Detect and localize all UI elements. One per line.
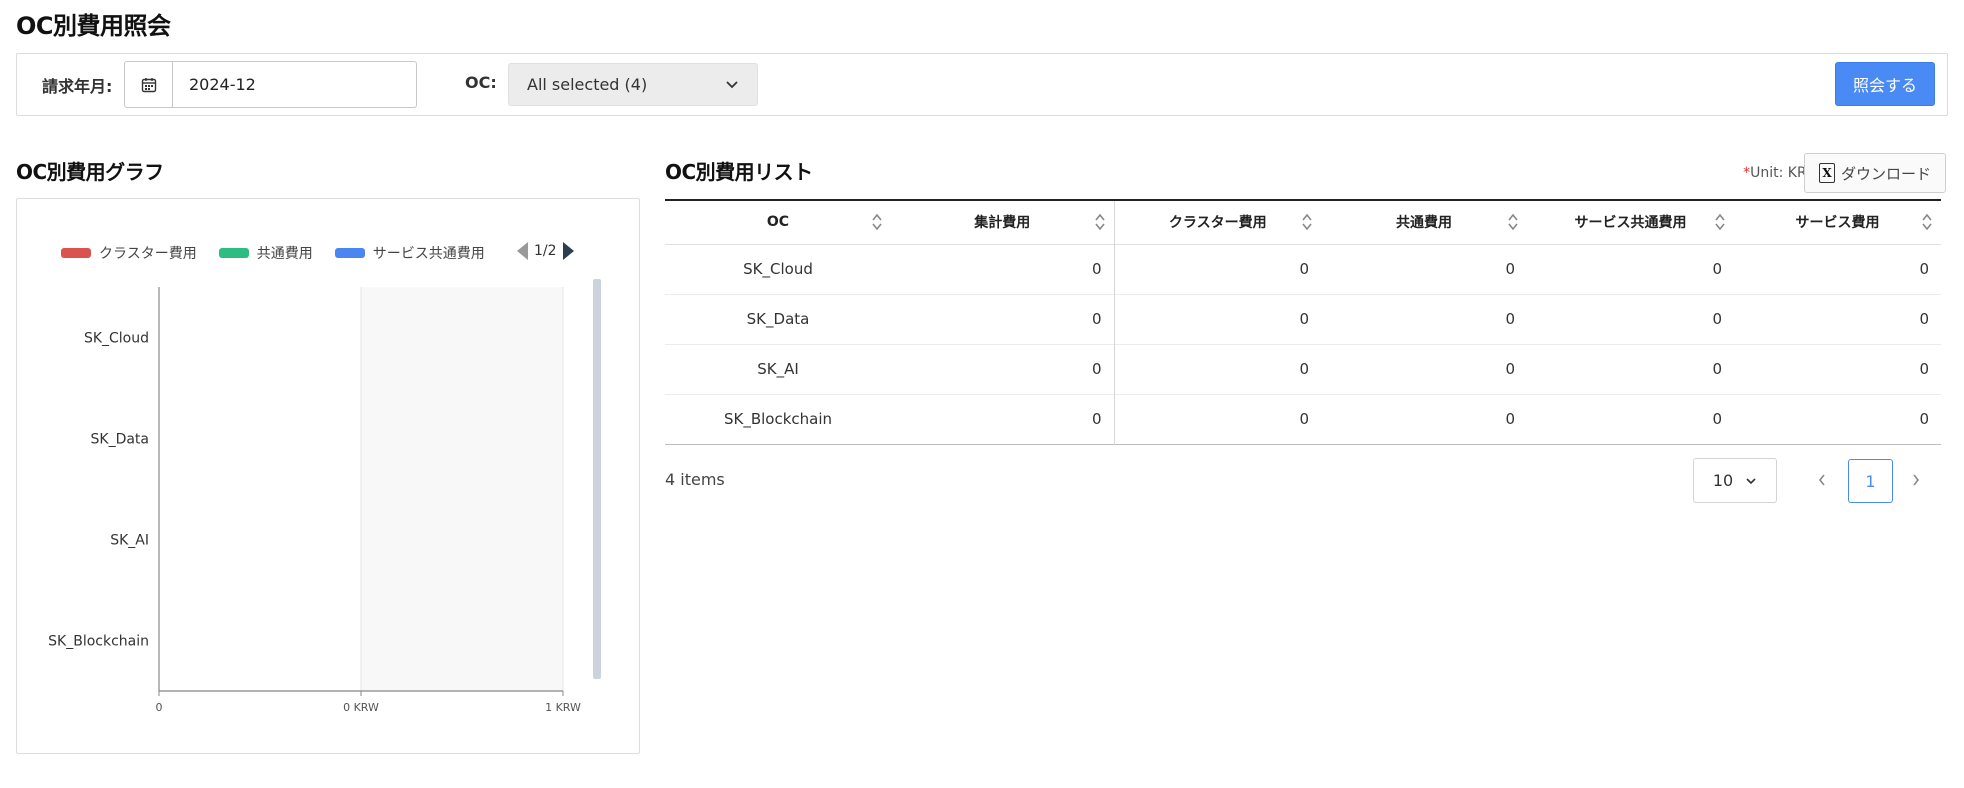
cost-cell: 0 — [1299, 310, 1309, 328]
items-count: 4 items — [665, 470, 725, 489]
column-header-label: 共通費用 — [1396, 215, 1452, 232]
table-row[interactable]: SK_Cloud 0 0 0 0 0 — [665, 244, 1941, 294]
cost-cell: 0 — [1712, 310, 1722, 328]
oc-label: OC: — [465, 73, 497, 92]
column-header-label: OC — [766, 214, 790, 231]
cost-cell: 0 — [891, 344, 1115, 394]
excel-file-icon: X — [1818, 163, 1835, 183]
plot-band — [361, 287, 563, 691]
sort-icon[interactable] — [871, 212, 883, 232]
y-category-label: SK_Blockchain — [48, 634, 149, 650]
chart-scrollbar[interactable] — [593, 279, 601, 679]
cost-cell: 0 — [891, 294, 1115, 344]
sort-icon[interactable] — [1507, 212, 1519, 232]
page-number-1[interactable]: 1 — [1848, 459, 1893, 503]
cost-cell: 0 — [1712, 360, 1722, 378]
chevron-down-icon — [726, 80, 738, 88]
table-row[interactable]: SK_AI 0 0 0 0 0 — [665, 344, 1941, 394]
sort-icon[interactable] — [1094, 212, 1106, 232]
cost-cell: 0 — [1505, 360, 1515, 378]
cost-cell: 0 — [1919, 410, 1929, 428]
table-row[interactable]: SK_Data 0 0 0 0 0 — [665, 294, 1941, 344]
cost-cell: 0 — [891, 394, 1115, 444]
y-category-label: SK_AI — [110, 533, 149, 549]
billing-month-label: 請求年月: — [42, 77, 113, 96]
cost-bar-chart: 0 0 KRW 1 KRW SK_Cloud SK_Data SK_AI SK_Blockc… — [48, 287, 581, 714]
cost-cell: 0 — [1505, 260, 1515, 278]
search-button[interactable]: 照会する — [1835, 62, 1935, 106]
cost-cell: 0 — [1505, 410, 1515, 428]
oc-name-cell: SK_Blockchain — [723, 410, 833, 428]
billing-month-picker[interactable]: 2024-12 — [124, 61, 417, 108]
filter-bar: 請求年月: 2024-12 OC: All selected (4) 照会する — [16, 53, 1948, 116]
column-header[interactable]: クラスター費用 — [1114, 200, 1321, 244]
chevron-left-icon — [1818, 474, 1825, 486]
x-tick-label: 1 KRW — [545, 701, 581, 714]
calendar-icon[interactable] — [125, 62, 173, 107]
x-tick-label: 0 — [156, 701, 163, 714]
column-header[interactable]: サービス費用 — [1734, 200, 1941, 244]
graph-panel: クラスター費用 共通費用 サービス共通費用 1/2 00 KRW 1 KRW SK_… — [16, 198, 640, 754]
table-row[interactable]: SK_Blockchain 0 0 0 0 0 — [665, 394, 1941, 444]
download-label: ダウンロード — [1840, 164, 1931, 183]
sort-icon[interactable] — [1301, 212, 1313, 232]
graph-title: OC別費用グラフ — [16, 160, 164, 184]
column-header-label: 集計費用 — [974, 215, 1031, 232]
cost-cell: 0 — [1919, 310, 1929, 328]
sort-icon[interactable] — [1921, 212, 1933, 232]
cost-cell: 0 — [1712, 410, 1722, 428]
oc-name-cell: SK_AI — [757, 360, 799, 378]
cost-cell: 0 — [1712, 260, 1722, 278]
billing-month-value[interactable]: 2024-12 — [173, 62, 256, 107]
y-category-label: SK_Data — [91, 432, 150, 448]
oc-select[interactable]: All selected (4) — [508, 63, 758, 106]
page-size-select[interactable]: 10 — [1693, 458, 1777, 503]
page-size-value: 10 — [1712, 471, 1734, 490]
oc-name-cell: SK_Cloud — [743, 260, 813, 278]
cost-cell: 0 — [891, 244, 1115, 294]
oc-name-cell: SK_Data — [746, 310, 810, 328]
download-button[interactable]: X ダウンロード — [1804, 153, 1946, 193]
cost-cell: 0 — [1299, 360, 1309, 378]
chevron-right-icon — [1913, 474, 1920, 486]
column-header[interactable]: サービス共通費用 — [1527, 200, 1734, 244]
column-header[interactable]: 共通費用 — [1321, 200, 1527, 244]
cost-cell: 0 — [1919, 260, 1929, 278]
next-page-button[interactable] — [1904, 468, 1928, 492]
chevron-down-icon — [1746, 477, 1756, 484]
page-title: OC別費用照会 — [16, 12, 171, 40]
column-header-label: クラスター費用 — [1168, 215, 1267, 232]
sort-icon[interactable] — [1714, 212, 1726, 232]
cost-cell: 0 — [1299, 410, 1309, 428]
list-title: OC別費用リスト — [665, 160, 813, 184]
x-tick-label: 0 KRW — [343, 701, 379, 714]
y-category-label: SK_Cloud — [84, 331, 149, 347]
prev-page-button[interactable] — [1810, 468, 1834, 492]
cost-cell: 0 — [1505, 310, 1515, 328]
cost-table: OC 集計費用 クラスター費用 共通費用 サービス共通費用 サービス費用 SK_Cloud… — [665, 199, 1941, 445]
column-header[interactable]: 集計費用 — [891, 200, 1115, 244]
cost-cell: 0 — [1919, 360, 1929, 378]
column-header-label: サービス費用 — [1795, 215, 1880, 232]
oc-select-value: All selected (4) — [527, 75, 648, 94]
column-header[interactable]: OC — [665, 200, 891, 244]
column-header-label: サービス共通費用 — [1574, 215, 1687, 232]
cost-cell: 0 — [1299, 260, 1309, 278]
table-header-row: OC 集計費用 クラスター費用 共通費用 サービス共通費用 サービス費用 — [665, 200, 1941, 244]
